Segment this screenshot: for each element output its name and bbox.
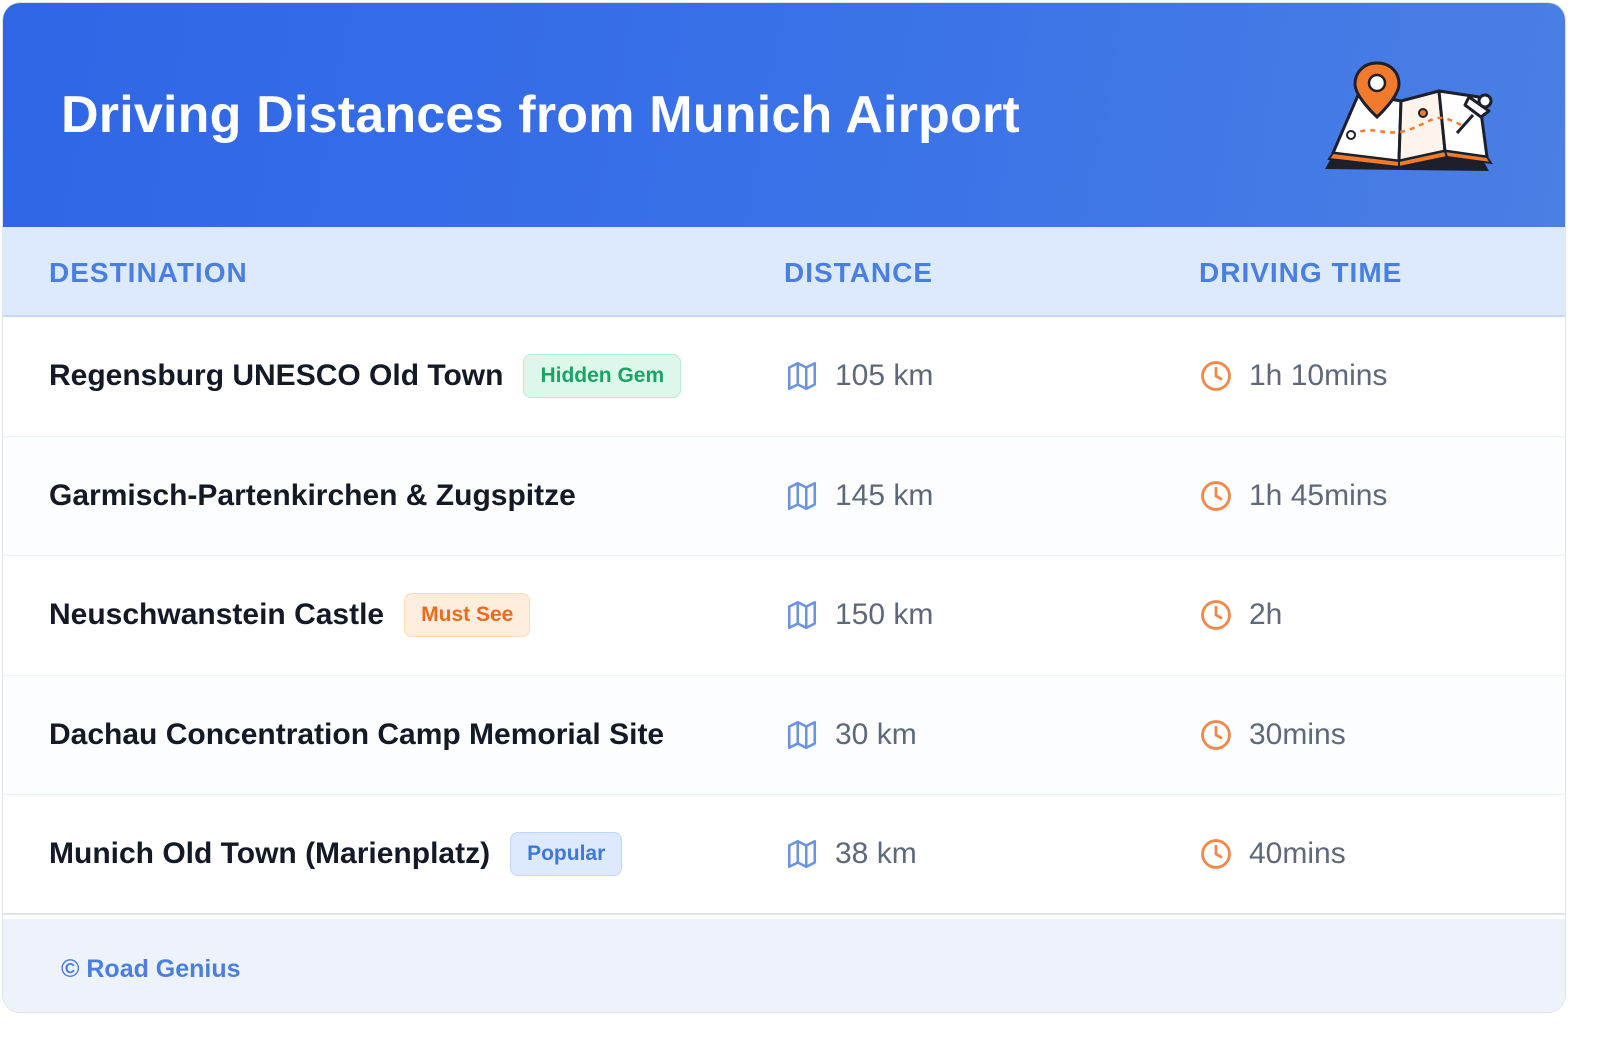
destination-name: Neuschwanstein Castle (49, 598, 385, 632)
distance-value: 150 km (835, 598, 934, 632)
destination-cell: Dachau Concentration Camp Memorial Site (49, 676, 664, 795)
map-icon (787, 840, 817, 869)
map-icon (787, 362, 817, 391)
destination-cell: Neuschwanstein Castle Must See (49, 556, 531, 675)
distance-cell: 145 km (785, 437, 933, 556)
clock-icon (1201, 839, 1231, 870)
column-header-destination[interactable]: DESTINATION (49, 257, 248, 289)
table-row[interactable]: Munich Old Town (Marienplatz) Popular 38… (3, 795, 1565, 915)
distance-value: 145 km (835, 478, 934, 512)
destination-name: Dachau Concentration Camp Memorial Site (49, 718, 665, 752)
map-icon (787, 601, 817, 630)
header-banner: Driving Distances from Munich Airport (3, 3, 1565, 227)
distance-cell: 38 km (785, 795, 917, 913)
distance-value: 38 km (835, 837, 917, 871)
clock-icon (1201, 720, 1231, 750)
driving-time-value: 30mins (1249, 718, 1346, 752)
table-body: Regensburg UNESCO Old Town Hidden Gem 10… (3, 317, 1565, 915)
driving-time-cell: 30mins (1199, 676, 1346, 795)
driving-time-value: 40mins (1249, 837, 1346, 871)
footer-credit-link[interactable]: © Road Genius (61, 955, 241, 984)
badge-popular: Popular (510, 832, 623, 877)
distance-cell: 105 km (785, 317, 933, 436)
clock-icon (1201, 361, 1231, 392)
driving-time-value: 1h 10mins (1249, 359, 1388, 393)
map-pin-illustration (1325, 61, 1494, 171)
driving-time-cell: 40mins (1199, 795, 1346, 913)
badge-must-see: Must See (404, 593, 531, 638)
distance-card: Driving Distances from Munich Airport DE… (2, 2, 1566, 1013)
map-icon (787, 721, 817, 750)
column-header-distance[interactable]: DISTANCE (784, 257, 933, 289)
destination-cell: Garmisch-Partenkirchen & Zugspitze (49, 437, 576, 556)
clock-icon (1201, 600, 1231, 631)
table-header: DESTINATION DISTANCE DRIVING TIME (3, 227, 1565, 317)
table-row[interactable]: Garmisch-Partenkirchen & Zugspitze 145 k… (3, 436, 1565, 557)
driving-time-cell: 2h (1199, 556, 1282, 675)
distance-value: 30 km (835, 718, 917, 752)
badge-hidden-gem: Hidden Gem (523, 354, 682, 399)
destination-cell: Munich Old Town (Marienplatz) Popular (49, 795, 623, 913)
distance-value: 105 km (835, 359, 934, 393)
column-header-driving-time[interactable]: DRIVING TIME (1199, 257, 1402, 289)
destination-name: Garmisch-Partenkirchen & Zugspitze (49, 478, 576, 512)
page-title: Driving Distances from Munich Airport (61, 86, 1020, 144)
clock-icon (1201, 481, 1231, 511)
destination-name: Regensburg UNESCO Old Town (49, 359, 504, 393)
table-row[interactable]: Neuschwanstein Castle Must See 150 km 2h (3, 556, 1565, 676)
destination-name: Munich Old Town (Marienplatz) (49, 837, 491, 871)
distance-cell: 150 km (785, 556, 933, 675)
destination-cell: Regensburg UNESCO Old Town Hidden Gem (49, 317, 682, 436)
driving-time-cell: 1h 10mins (1199, 317, 1387, 436)
footer: © Road Genius (3, 919, 1565, 1012)
driving-time-value: 1h 45mins (1249, 478, 1388, 512)
table-row[interactable]: Regensburg UNESCO Old Town Hidden Gem 10… (3, 317, 1565, 437)
table-row[interactable]: Dachau Concentration Camp Memorial Site … (3, 675, 1565, 796)
driving-time-cell: 1h 45mins (1199, 437, 1387, 556)
driving-time-value: 2h (1249, 598, 1283, 632)
map-icon (787, 481, 817, 510)
distance-cell: 30 km (785, 676, 917, 795)
